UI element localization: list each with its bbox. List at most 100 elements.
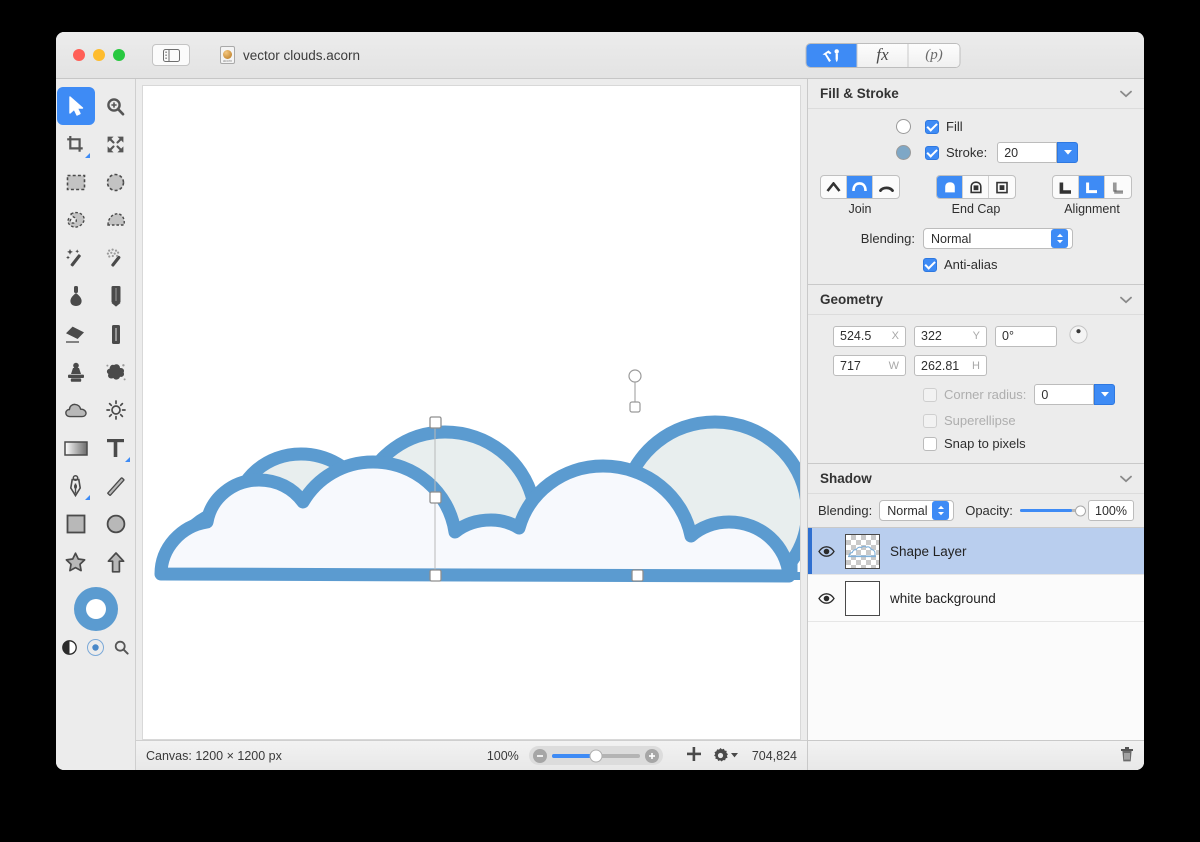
rotation-dial-icon[interactable]: [1069, 325, 1088, 347]
text-tool[interactable]: [97, 429, 135, 467]
blending-select[interactable]: Normal: [923, 228, 1073, 249]
shadow-header[interactable]: Shadow: [808, 464, 1144, 494]
move-tool[interactable]: [56, 87, 95, 125]
alignment-inside-button[interactable]: [1053, 176, 1079, 198]
gradient-tool[interactable]: [57, 429, 95, 467]
join-miter-button[interactable]: [821, 176, 847, 198]
selection-handle-middle[interactable]: [429, 491, 442, 504]
alignment-segmented[interactable]: [1052, 175, 1132, 199]
default-colors-button[interactable]: [87, 639, 104, 656]
selection-handle-bottom-right[interactable]: [631, 569, 644, 582]
geometry-x-input[interactable]: 524.5 X: [833, 325, 906, 347]
line-tool[interactable]: [97, 467, 135, 505]
paint-bucket-tool[interactable]: [57, 277, 95, 315]
invert-colors-button[interactable]: [61, 639, 78, 656]
layer-thumbnail[interactable]: [845, 533, 880, 569]
selection-handle-bottom-left[interactable]: [429, 569, 442, 582]
stroke-color-swatch[interactable]: [896, 145, 911, 160]
cloud-tool[interactable]: [57, 391, 95, 429]
anti-alias-checkbox[interactable]: [923, 257, 937, 272]
star-icon: [65, 552, 86, 572]
magic-wand-tool[interactable]: [57, 239, 95, 277]
rect-select-tool[interactable]: [57, 163, 95, 201]
eye-icon[interactable]: [818, 592, 835, 604]
layer-blending-select[interactable]: Normal: [879, 500, 955, 521]
join-segmented[interactable]: [820, 175, 900, 199]
geometry-rotation-input[interactable]: 0°: [995, 325, 1057, 347]
close-button[interactable]: [73, 49, 85, 61]
layer-row-shape[interactable]: Shape Layer: [808, 528, 1144, 575]
stroke-width-stepper[interactable]: [1057, 142, 1079, 163]
fill-checkbox[interactable]: [925, 119, 939, 134]
geometry-header[interactable]: Geometry: [808, 285, 1144, 315]
bezier-pen-tool[interactable]: [57, 467, 95, 505]
lasso-tool[interactable]: [57, 201, 95, 239]
chevron-down-icon[interactable]: [1120, 471, 1132, 486]
end-cap-square-button[interactable]: [989, 176, 1015, 198]
chevron-down-icon[interactable]: [1120, 292, 1132, 307]
alignment-outside-button[interactable]: [1105, 176, 1131, 198]
join-round-button[interactable]: [847, 176, 873, 198]
fill-stroke-header[interactable]: Fill & Stroke: [808, 79, 1144, 109]
superellipse-checkbox[interactable]: [923, 413, 937, 428]
add-layer-button[interactable]: [686, 747, 701, 764]
blur-tool[interactable]: [97, 315, 135, 353]
layer-opacity-slider[interactable]: [1019, 505, 1087, 516]
canvas[interactable]: [142, 85, 801, 740]
ellipse-select-tool[interactable]: [97, 163, 135, 201]
eraser-tool[interactable]: [57, 315, 95, 353]
crop-tool[interactable]: [57, 125, 95, 163]
oval-tool[interactable]: [97, 505, 135, 543]
settings-menu-button[interactable]: [713, 748, 738, 763]
polygon-lasso-tool[interactable]: [97, 201, 135, 239]
dodge-tool[interactable]: [97, 391, 135, 429]
rotation-handle[interactable]: [628, 369, 642, 413]
zoom-slider-track[interactable]: [551, 749, 640, 762]
zoom-slider-knob[interactable]: [589, 749, 603, 762]
zoom-out-button[interactable]: [532, 748, 547, 763]
color-picker-tool[interactable]: [73, 587, 118, 631]
clone-stamp-tool[interactable]: [57, 353, 95, 391]
fill-color-swatch[interactable]: [896, 119, 911, 134]
sidebar-toggle-button[interactable]: [152, 44, 190, 66]
zoom-in-button[interactable]: [644, 748, 659, 763]
tab-effects[interactable]: fx: [857, 43, 909, 67]
corner-radius-stepper[interactable]: [1094, 384, 1116, 405]
alignment-center-button[interactable]: [1079, 176, 1105, 198]
join-bevel-button[interactable]: [873, 176, 899, 198]
layer-opacity-input[interactable]: 100%: [1088, 500, 1134, 521]
instant-alpha-tool[interactable]: [97, 239, 135, 277]
eye-icon[interactable]: [818, 545, 835, 557]
rectangle-tool[interactable]: [57, 505, 95, 543]
loupe-button[interactable]: [113, 639, 130, 656]
star-tool[interactable]: [57, 543, 95, 581]
smudge-tool[interactable]: [97, 353, 135, 391]
corner-radius-checkbox[interactable]: [923, 387, 937, 402]
end-cap-segmented[interactable]: [936, 175, 1016, 199]
tab-presets[interactable]: (p): [908, 43, 960, 67]
geometry-h-input[interactable]: 262.81 H: [914, 355, 987, 376]
layer-row-background[interactable]: white background: [808, 575, 1144, 622]
stroke-width-input[interactable]: 20: [997, 142, 1058, 163]
zoom-slider[interactable]: [528, 746, 663, 765]
layer-opacity-knob[interactable]: [1075, 505, 1087, 516]
corner-radius-input[interactable]: 0: [1034, 384, 1095, 405]
layer-thumbnail[interactable]: [845, 580, 880, 616]
minimize-button[interactable]: [93, 49, 105, 61]
selection-handle-top[interactable]: [429, 416, 442, 429]
transform-tool[interactable]: [97, 125, 135, 163]
stroke-checkbox[interactable]: [925, 145, 939, 160]
tab-tools[interactable]: [806, 43, 858, 67]
chevron-down-icon[interactable]: [1120, 86, 1132, 101]
arrow-tool[interactable]: [97, 543, 135, 581]
snap-to-pixels-checkbox[interactable]: [923, 436, 937, 451]
end-cap-butt-button[interactable]: [963, 176, 989, 198]
geometry-y-input[interactable]: 322 Y: [914, 325, 987, 347]
end-cap-round-button[interactable]: [937, 176, 963, 198]
zoom-tool[interactable]: [97, 87, 135, 125]
fill-row: Fill: [820, 119, 1132, 134]
pencil-tool[interactable]: [97, 277, 135, 315]
delete-layer-button[interactable]: [1120, 746, 1134, 765]
geometry-w-input[interactable]: 717 W: [833, 355, 906, 376]
zoom-button[interactable]: [113, 49, 125, 61]
